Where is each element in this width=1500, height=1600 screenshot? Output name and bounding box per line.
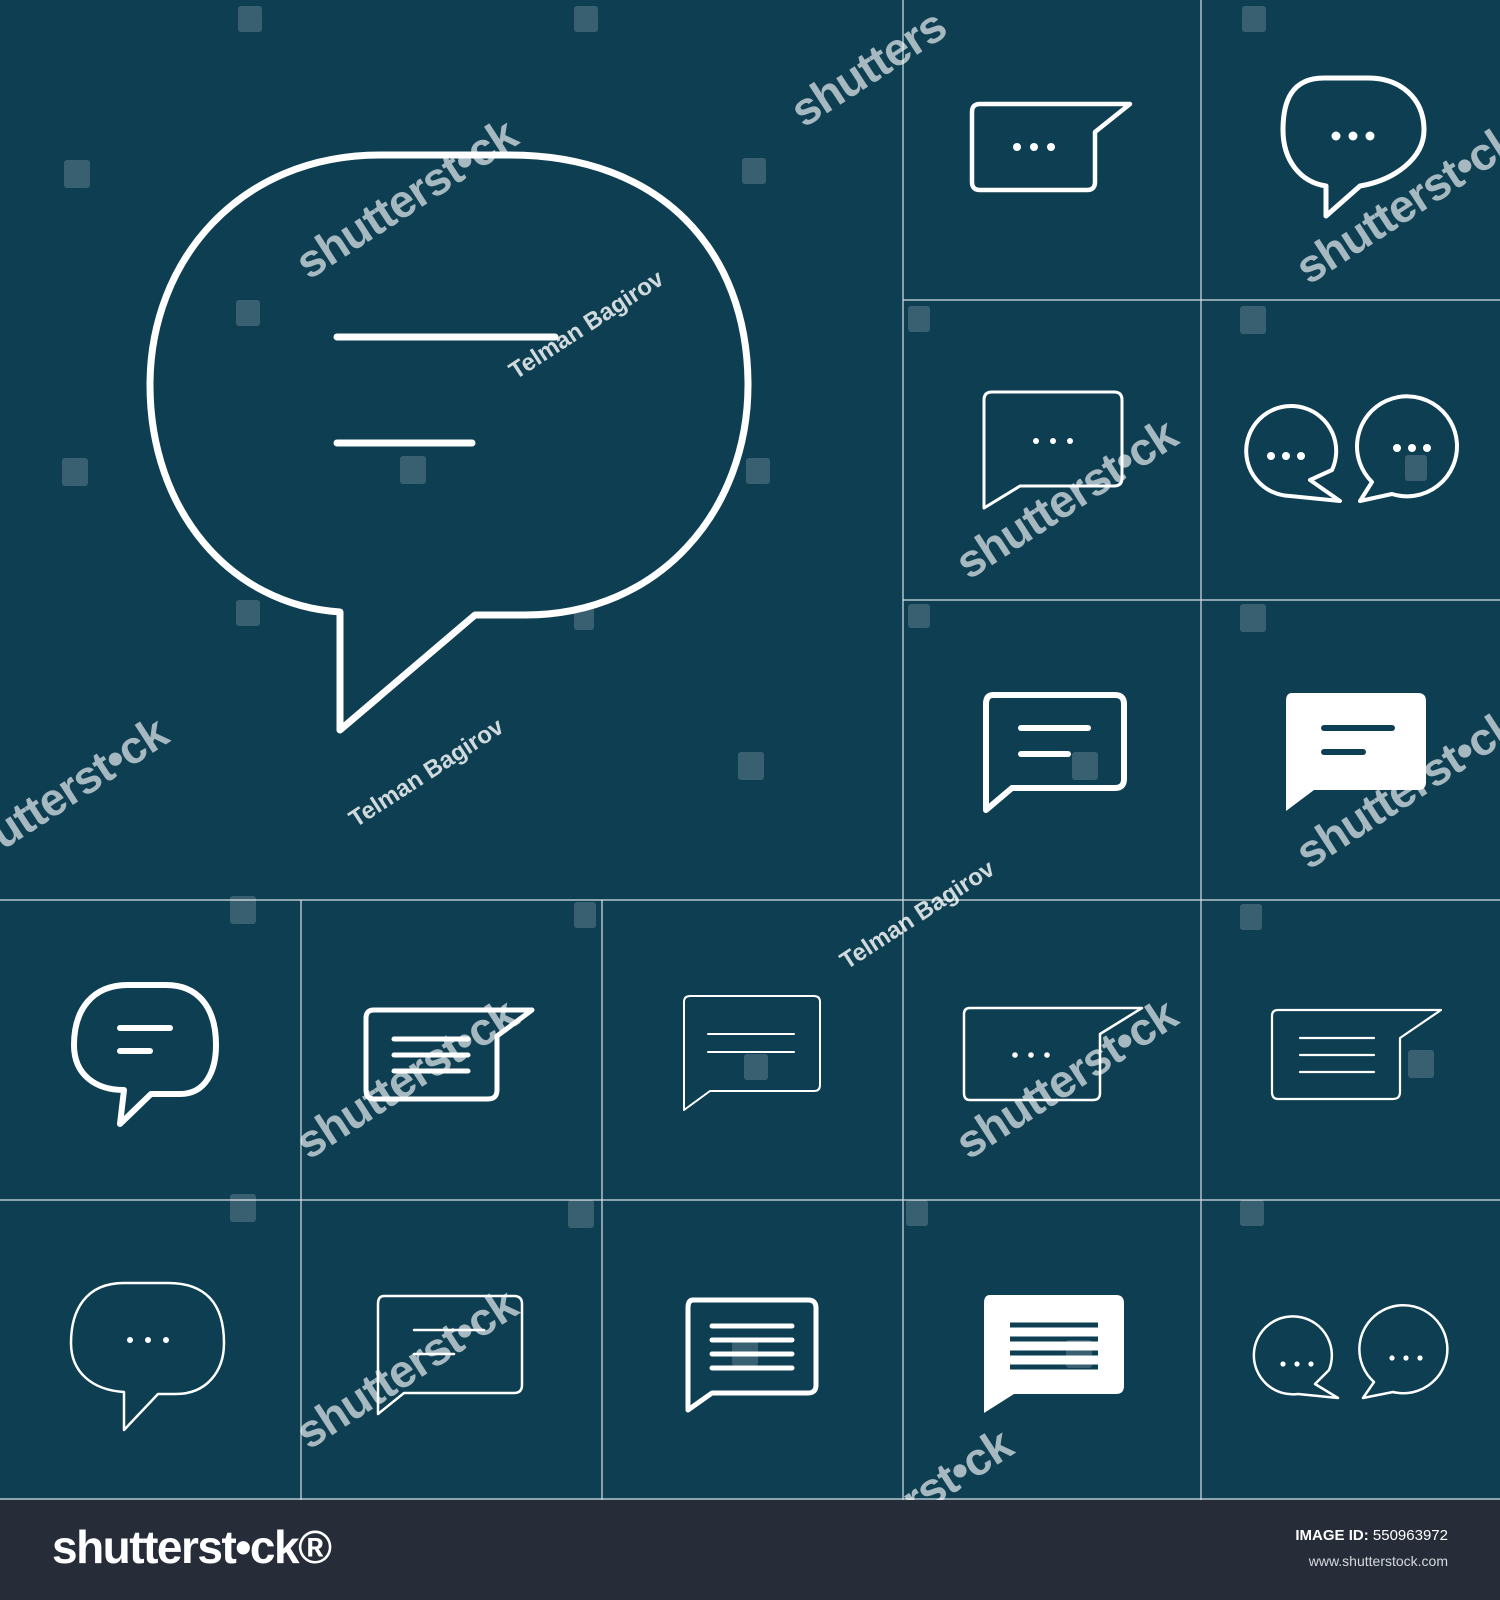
rectangle-bubble-four-lines-filled-icon [984, 1295, 1124, 1413]
image-id-value: 550963972 [1372, 1527, 1448, 1544]
oval-bubble-dots-icon [1280, 75, 1427, 219]
shutterstock-logo: shutterst•ck® [52, 1521, 332, 1573]
two-round-bubbles-dots-icon [1244, 394, 1460, 503]
two-round-bubbles-dots-thin-icon [1252, 1304, 1449, 1400]
rectangle-bubble-dots-thin-icon [982, 390, 1124, 510]
rectangle-bubble-lines-thin-icon [376, 1294, 524, 1416]
icon-grid [0, 0, 1500, 1500]
rectangle-bubble-dots-icon [969, 101, 1133, 193]
footer-url[interactable]: www.shutterstock.com [1309, 1553, 1448, 1569]
oval-bubble-dots-thin-icon [69, 1281, 226, 1432]
rectangle-bubble-lines-icon [983, 692, 1127, 813]
rectangle-bubble-two-lines-thin-icon [683, 995, 821, 1111]
speech-bubble-lines-large-icon [146, 151, 752, 734]
rectangle-bubble-lines-filled-icon [1286, 693, 1426, 811]
rectangle-bubble-dots-thin-icon-2 [962, 1006, 1144, 1102]
rectangle-bubble-three-lines-icon [363, 1007, 535, 1102]
footer-bar: shutterst•ck® IMAGE ID: 550963972 www.sh… [0, 1500, 1500, 1600]
round-bubble-lines-icon [71, 982, 219, 1127]
image-id-label: IMAGE ID: [1295, 1527, 1369, 1544]
image-id: IMAGE ID: 550963972 [1295, 1527, 1448, 1544]
grid-lines [0, 0, 1500, 1500]
watermark-glyphs [62, 6, 1434, 1368]
